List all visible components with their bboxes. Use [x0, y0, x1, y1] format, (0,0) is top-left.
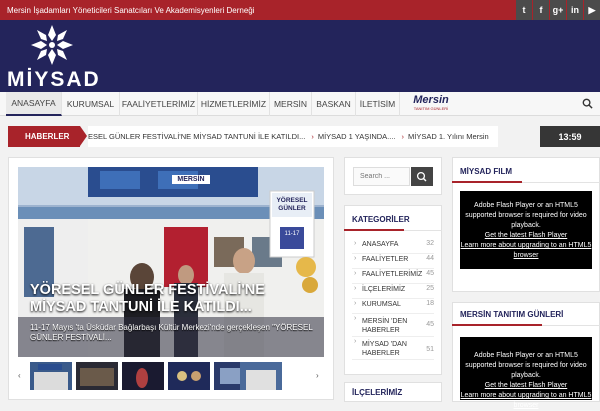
- nav-item-anasayfa[interactable]: ANASAYFA: [6, 92, 62, 116]
- chevron-left-icon[interactable]: ‹: [18, 371, 21, 380]
- slide-thumbnails: ‹ ›: [18, 362, 324, 392]
- flash-player-link[interactable]: Get the latest Flash Player: [460, 231, 592, 241]
- slide-thumbnail[interactable]: [76, 362, 118, 390]
- category-item[interactable]: › İLÇELERİMİZ 25: [352, 285, 434, 299]
- chevron-right-icon: ›: [354, 240, 357, 247]
- html5-upgrade-link[interactable]: Learn more about upgrading to an HTML5 b…: [460, 391, 592, 411]
- facebook-icon[interactable]: f: [533, 0, 549, 20]
- slide-thumbnail[interactable]: [30, 362, 72, 390]
- category-item[interactable]: › KURUMSAL 18: [352, 300, 434, 314]
- nav-item-iletisim[interactable]: İLETİSİM: [356, 92, 400, 116]
- chevron-right-icon[interactable]: ›: [316, 371, 319, 380]
- site-logo-text[interactable]: MİYSAD: [7, 68, 101, 92]
- site-header: MİYSAD: [0, 20, 600, 92]
- slide-title[interactable]: YÖRESEL GÜNLER FESTİVALİ'NE MİYSAD TANTU…: [30, 282, 320, 316]
- flash-required-text: Adobe Flash Player or an HTML5 supported…: [465, 352, 587, 379]
- category-item[interactable]: › ANASAYFA 32: [352, 240, 434, 254]
- slide-poster-text: YÖRESEL GÜNLER: [276, 197, 308, 212]
- tanitim-video-player[interactable]: Adobe Flash Player or an HTML5 supported…: [460, 337, 592, 409]
- chevron-right-icon: ›: [354, 255, 357, 262]
- slide-thumbnail[interactable]: [122, 362, 164, 390]
- category-list: › ANASAYFA 32 › FAALİYETLER 44 › FAALİYETLERİ…: [352, 240, 434, 360]
- twitter-icon[interactable]: t: [516, 0, 532, 20]
- category-item[interactable]: › MERSİN 'DEN HABERLER 45: [352, 315, 434, 337]
- featured-slider[interactable]: MERSİN YÖRESEL GÜNLER 11-17 YÖRESEL GÜNL…: [18, 167, 324, 357]
- slide-thumbnail[interactable]: [168, 362, 210, 390]
- main-nav: ANASAYFA KURUMSAL FAALİYETLERİMİZ HİZMET…: [0, 92, 600, 116]
- ilceler-title: İLÇELERİMİZ: [352, 388, 403, 397]
- ticker-item[interactable]: MİYSAD 1 YAŞINDA....: [318, 132, 396, 141]
- nav-item-faaliyetlerimiz[interactable]: FAALİYETLERİMİZ: [120, 92, 198, 116]
- flash-player-link[interactable]: Get the latest Flash Player: [460, 381, 592, 391]
- tanitim-title: MERSİN TANITIM GÜNLERİ: [460, 310, 564, 319]
- chevron-right-icon: ›: [401, 132, 405, 141]
- youtube-icon[interactable]: ▶: [584, 0, 600, 20]
- linkedin-icon[interactable]: in: [567, 0, 583, 20]
- film-video-player[interactable]: Adobe Flash Player or an HTML5 supported…: [460, 191, 592, 269]
- google-plus-icon[interactable]: g+: [550, 0, 566, 20]
- chevron-right-icon: ›: [311, 132, 314, 141]
- news-ticker-label: HABERLER: [8, 126, 80, 147]
- nav-item-hizmetlerimiz[interactable]: HİZMETLERİMİZ: [198, 92, 270, 116]
- nav-item-mersin[interactable]: MERSİN: [270, 92, 312, 116]
- slide-thumbnail[interactable]: [240, 362, 282, 390]
- search-button[interactable]: [411, 167, 433, 186]
- categories-title: KATEGORİLER: [352, 215, 410, 224]
- ticker-arrow-icon: [80, 126, 87, 146]
- chevron-right-icon: ›: [354, 300, 357, 307]
- slide-poster-date: 11-17: [284, 231, 300, 237]
- logo-ornament-icon[interactable]: [27, 23, 77, 67]
- widget-accent: [452, 181, 522, 183]
- top-bar: Mersin İşadamları Yöneticileri Sanatcıla…: [0, 0, 600, 20]
- chevron-right-icon: ›: [354, 315, 357, 322]
- nav-item-kurumsal[interactable]: KURUMSAL: [62, 92, 120, 116]
- flash-required-text: Adobe Flash Player or an HTML5 supported…: [465, 202, 587, 229]
- chevron-right-icon: ›: [354, 270, 357, 277]
- search-icon[interactable]: [582, 98, 593, 109]
- category-item[interactable]: › MİYSAD 'DAN HABERLER 51: [352, 338, 434, 360]
- ticker-item[interactable]: MİYSAD 1. Yılını Mersin: [408, 132, 489, 141]
- site-tagline: Mersin İşadamları Yöneticileri Sanatcıla…: [7, 6, 255, 15]
- category-item[interactable]: › FAALİYETLER 44: [352, 255, 434, 269]
- clock: 13:59: [540, 126, 600, 147]
- film-title: MİYSAD FILM: [460, 167, 512, 176]
- chevron-right-icon: ›: [354, 285, 357, 292]
- widget-accent: [344, 229, 404, 231]
- category-item[interactable]: › FAALİYETLERİMİZ 45: [352, 270, 434, 284]
- slide-sign-mersin: MERSİN: [172, 175, 210, 184]
- search-input[interactable]: [353, 167, 410, 186]
- chevron-right-icon: ›: [354, 338, 357, 345]
- social-links: t f g+ in ▶: [515, 0, 600, 20]
- mersin-tanitim-logo[interactable]: Mersin TANITIM GÜNLERİ: [402, 94, 460, 114]
- slide-description: 11-17 Mayıs 'ta Üsküdar Bağlarbaşı Kültü…: [30, 323, 313, 342]
- nav-item-baskan[interactable]: BASKAN: [312, 92, 356, 116]
- news-ticker: ESEL GÜNLER FESTİVALİ'NE MİYSAD TANTUNİ …: [88, 126, 498, 147]
- search-icon: [416, 171, 427, 182]
- partner-logo-sub: TANITIM GÜNLERİ: [413, 106, 449, 111]
- partner-logo-word: Mersin: [413, 94, 449, 106]
- widget-accent: [452, 324, 542, 326]
- ticker-item[interactable]: ESEL GÜNLER FESTİVALİ'NE MİYSAD TANTUNİ …: [88, 132, 305, 141]
- html5-upgrade-link[interactable]: Learn more about upgrading to an HTML5 b…: [460, 241, 592, 261]
